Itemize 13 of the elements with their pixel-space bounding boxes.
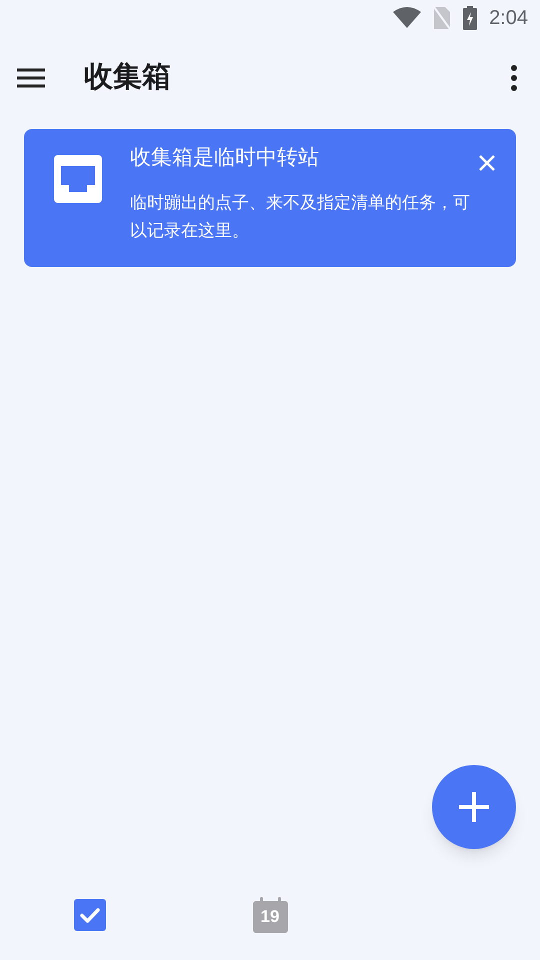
plus-icon xyxy=(458,791,490,823)
card-title: 收集箱是临时中转站 xyxy=(130,145,320,171)
page-title: 收集箱 xyxy=(84,60,172,96)
menu-icon xyxy=(16,67,46,89)
card-body: 临时蹦出的点子、来不及指定清单的任务，可以记录在这里。 xyxy=(130,192,471,242)
nav-tab[interactable]: 19 xyxy=(225,885,315,945)
status-time: 2:04 xyxy=(489,6,528,31)
more-options-icon xyxy=(511,65,517,91)
wifi-icon xyxy=(393,7,422,29)
no-sim-icon xyxy=(433,6,452,30)
battery-charging-icon xyxy=(463,6,478,30)
checkbox-icon xyxy=(73,898,107,932)
inbox-icon xyxy=(54,155,102,203)
